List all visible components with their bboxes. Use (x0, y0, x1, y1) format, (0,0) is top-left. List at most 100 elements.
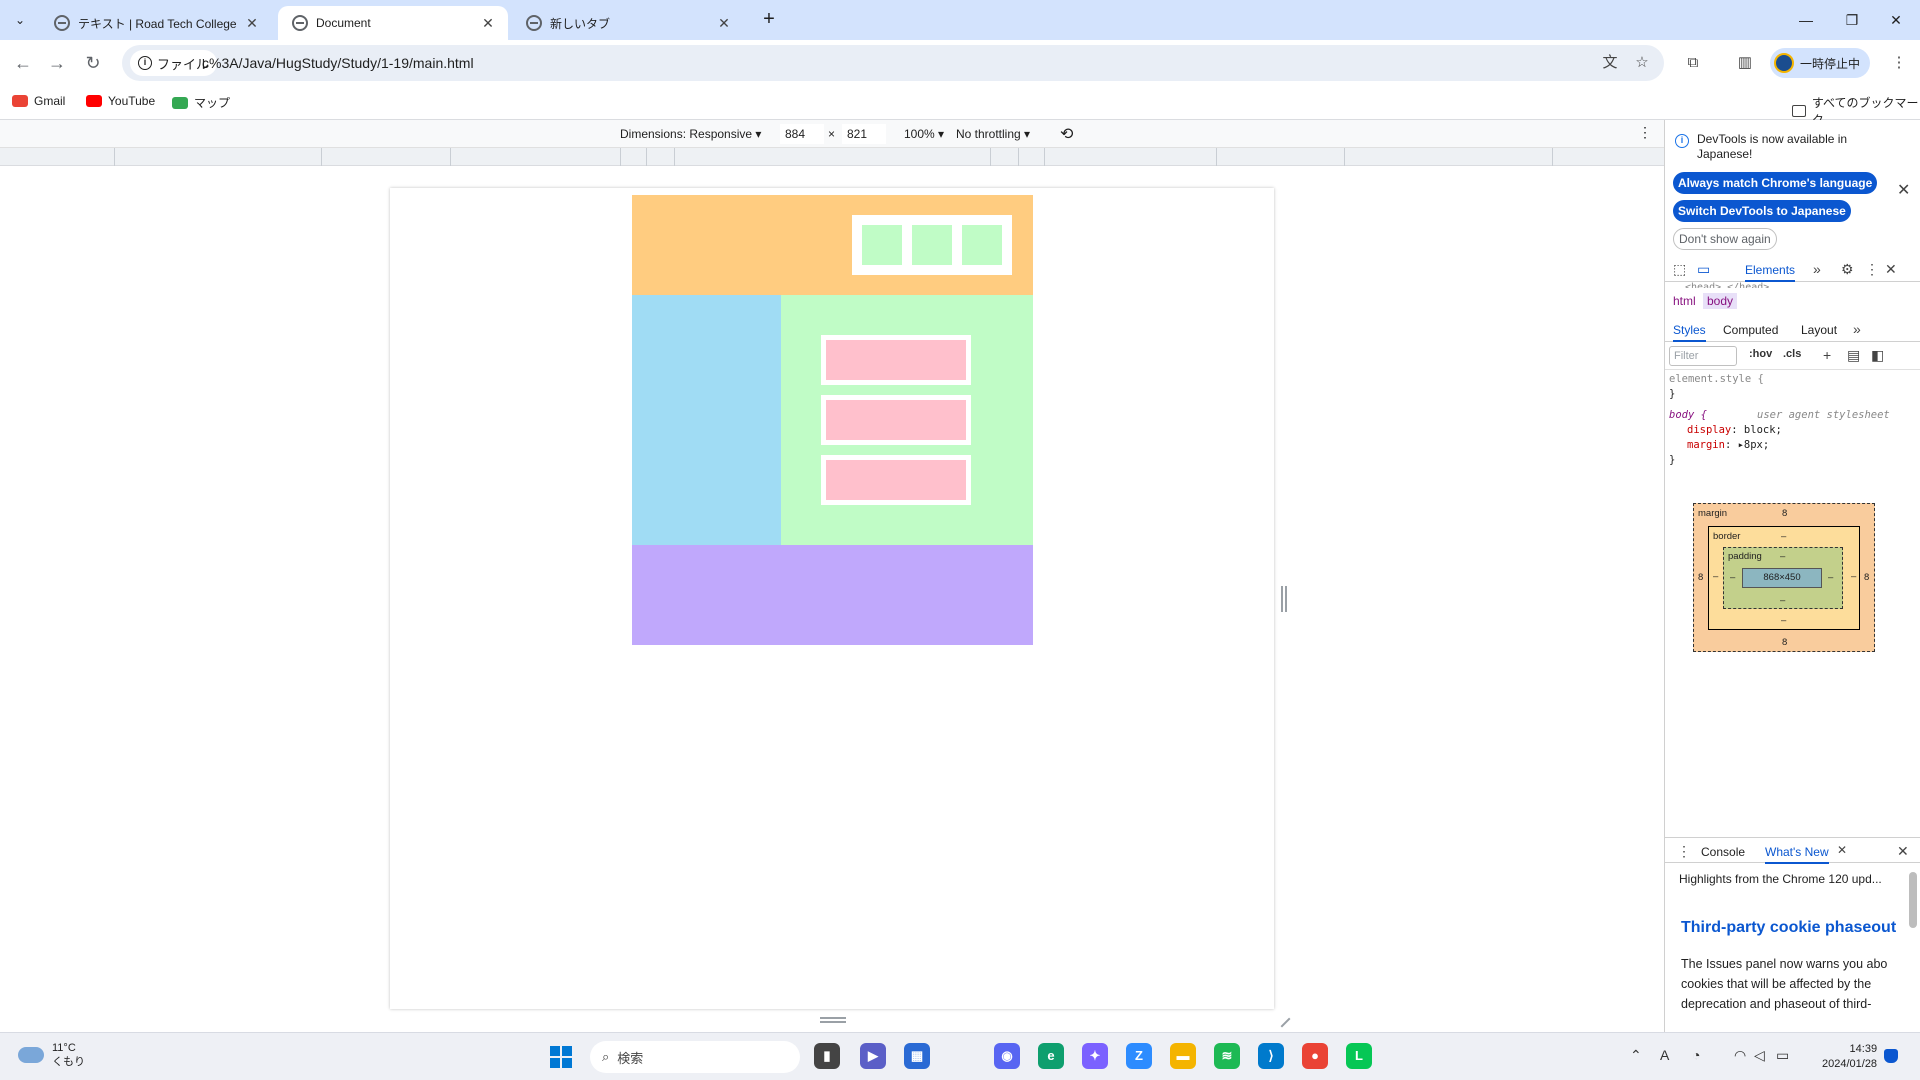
css-prop-margin[interactable]: margin: ▸8px; (1687, 438, 1769, 453)
throttling-dropdown[interactable]: No throttling ▾ (956, 127, 1030, 141)
border-left-value[interactable]: – (1713, 571, 1718, 582)
new-tab-button[interactable]: + (757, 8, 781, 32)
padding-right-value[interactable]: – (1828, 572, 1833, 583)
css-prop-display[interactable]: display: block; (1687, 423, 1782, 438)
box-model-content[interactable]: 868×450 (1742, 568, 1822, 588)
task-view-icon[interactable]: ▮ (814, 1043, 840, 1069)
address-bar[interactable]: i ファイル c%3A/Java/HugStudy/Study/1-19/mai… (122, 45, 1664, 81)
more-subtabs-icon[interactable]: » (1853, 321, 1861, 337)
cls-toggle[interactable]: .cls (1783, 348, 1801, 360)
more-tabs-icon[interactable]: » (1813, 261, 1821, 277)
border-bottom-value[interactable]: – (1781, 615, 1786, 626)
tab-layout[interactable]: Layout (1801, 323, 1837, 337)
tray-chevron-icon[interactable]: ⌃ (1630, 1047, 1642, 1064)
bookmark-star-icon[interactable]: ☆ (1632, 53, 1652, 73)
close-whats-new-icon[interactable]: ✕ (1837, 843, 1847, 857)
tab-search-button[interactable]: ⌄ (8, 8, 32, 32)
url-text[interactable]: c%3A/Java/HugStudy/Study/1-19/main.html (202, 55, 474, 71)
taskbar-search[interactable]: ⌕ 検索 (590, 1041, 800, 1073)
margin-right-value[interactable]: 8 (1864, 572, 1869, 583)
switch-japanese-button[interactable]: Switch DevTools to Japanese (1673, 200, 1851, 222)
tab-styles[interactable]: Styles (1673, 323, 1706, 342)
profile-button[interactable]: 一時停止中 (1770, 48, 1871, 78)
discord-icon[interactable]: ◉ (994, 1043, 1020, 1069)
side-panel-icon[interactable]: ▥ (1734, 52, 1756, 74)
copilot-icon[interactable]: ✦ (1082, 1043, 1108, 1069)
styles-filter-input[interactable]: Filter (1669, 346, 1737, 366)
line-icon[interactable]: L (1346, 1043, 1372, 1069)
volume-icon[interactable]: ◁ (1754, 1047, 1765, 1064)
margin-bottom-value[interactable]: 8 (1782, 637, 1787, 648)
tab-road-tech-college[interactable]: テキスト | Road Tech College ✕ (40, 6, 272, 40)
tab-new-tab[interactable]: 新しいタブ ✕ (512, 6, 744, 40)
forward-button[interactable]: → (44, 50, 70, 76)
viewport-width-handle[interactable] (1281, 586, 1287, 612)
new-rule-icon[interactable]: + (1823, 347, 1831, 363)
extensions-icon[interactable]: ⧉ (1682, 52, 1704, 74)
border-right-value[interactable]: – (1851, 571, 1856, 582)
ime-icon[interactable]: A (1660, 1047, 1669, 1063)
close-window-button[interactable]: ✕ (1876, 8, 1916, 32)
media-query-ruler[interactable] (0, 148, 1664, 166)
close-tab-icon[interactable]: ✕ (480, 15, 496, 32)
close-infobar-icon[interactable]: ✕ (1897, 180, 1910, 200)
rotate-icon[interactable]: ⟲ (1060, 124, 1073, 144)
bookmark-gmail[interactable]: Gmail (12, 94, 65, 108)
dimensions-dropdown[interactable]: Dimensions: Responsive ▾ (620, 127, 761, 141)
match-language-button[interactable]: Always match Chrome's language (1673, 172, 1878, 194)
device-toggle-icon[interactable]: ▭ (1697, 261, 1710, 278)
tab-whats-new[interactable]: What's New (1765, 845, 1829, 864)
translate-icon[interactable]: 文 (1600, 53, 1620, 73)
border-top-value[interactable]: – (1781, 531, 1786, 542)
minimize-button[interactable]: — (1786, 8, 1826, 32)
dont-show-again-button[interactable]: Don't show again (1673, 228, 1777, 250)
close-devtools-icon[interactable]: ✕ (1885, 261, 1897, 278)
more-options-icon[interactable]: ⋮ (1638, 124, 1652, 141)
close-tab-icon[interactable]: ✕ (716, 15, 732, 32)
zoom-icon[interactable]: Z (1126, 1043, 1152, 1069)
wifi-icon[interactable]: ◠ (1734, 1047, 1746, 1064)
viewport-corner-handle[interactable] (1273, 1010, 1291, 1028)
devtools-menu-icon[interactable]: ⋮ (1865, 261, 1879, 278)
viewport-height-input[interactable]: 821 (842, 124, 886, 144)
restore-button[interactable]: ❐ (1832, 8, 1872, 32)
clock[interactable]: 14:39 2024/01/28 (1822, 1042, 1877, 1072)
viewport-width-input[interactable]: 884 (780, 124, 824, 144)
teams-icon[interactable]: ▶ (860, 1043, 886, 1069)
battery-icon[interactable]: ▭ (1776, 1047, 1789, 1064)
settings-gear-icon[interactable]: ⚙ (1841, 261, 1854, 278)
chrome-icon[interactable]: ● (1302, 1043, 1328, 1069)
weather-widget[interactable]: 11°C くもり (18, 1041, 85, 1069)
drawer-menu-icon[interactable]: ⋮ (1677, 843, 1691, 860)
crumb-body[interactable]: body (1703, 293, 1738, 309)
vscode-icon[interactable]: ⟩ (1258, 1043, 1284, 1069)
file-explorer-icon[interactable]: ▬ (1170, 1043, 1196, 1069)
padding-left-value[interactable]: – (1730, 572, 1735, 583)
hov-toggle[interactable]: :hov (1749, 348, 1772, 360)
bookmark-youtube[interactable]: YouTube (86, 94, 155, 108)
article-title[interactable]: Third-party cookie phaseout (1681, 919, 1896, 937)
tab-console[interactable]: Console (1701, 845, 1745, 859)
toggle-sidebar-icon[interactable]: ◧ (1871, 347, 1884, 364)
zoom-dropdown[interactable]: 100% ▾ (904, 127, 944, 141)
paint-icon[interactable]: ▤ (1847, 347, 1860, 364)
notification-bell-icon[interactable] (1884, 1049, 1898, 1063)
drawer-scrollbar[interactable] (1909, 872, 1917, 928)
reload-button[interactable]: ↻ (80, 50, 106, 76)
padding-bottom-value[interactable]: – (1780, 595, 1785, 606)
store-icon[interactable]: ▦ (904, 1043, 930, 1069)
crumb-html[interactable]: html (1669, 293, 1700, 309)
sync-icon[interactable]: ◔ (1692, 1047, 1700, 1063)
close-tab-icon[interactable]: ✕ (244, 15, 260, 32)
margin-left-value[interactable]: 8 (1698, 572, 1703, 583)
padding-top-value[interactable]: – (1780, 551, 1785, 562)
spotify-icon[interactable]: ≋ (1214, 1043, 1240, 1069)
bookmark-maps[interactable]: マップ (172, 94, 230, 111)
margin-top-value[interactable]: 8 (1782, 508, 1787, 519)
close-drawer-icon[interactable]: ✕ (1897, 843, 1909, 860)
tab-document[interactable]: Document ✕ (278, 6, 508, 40)
viewport-height-handle[interactable] (820, 1017, 846, 1023)
menu-kebab-icon[interactable]: ⋮ (1888, 52, 1910, 74)
inspect-element-icon[interactable]: ⬚ (1673, 261, 1686, 278)
start-windows-icon[interactable] (550, 1046, 572, 1068)
